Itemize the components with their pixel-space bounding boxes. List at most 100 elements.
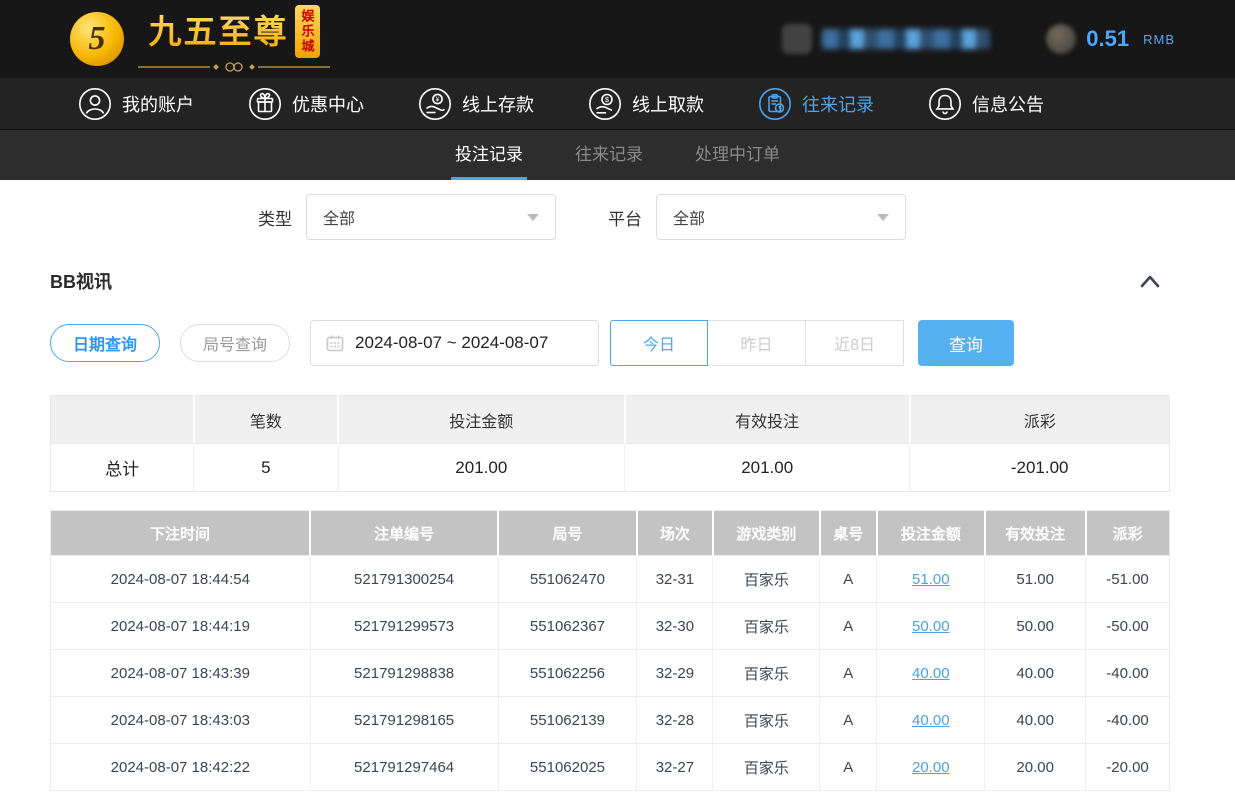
- type-select-value: 全部: [323, 205, 355, 229]
- cell-bet-time: 2024-08-07 18:43:39: [51, 650, 311, 697]
- today-button[interactable]: 今日: [610, 320, 708, 366]
- cell-order-id: 521791298165: [310, 697, 498, 744]
- tab-transaction-records[interactable]: 往来记录: [571, 130, 647, 180]
- last-8-days-button[interactable]: 近8日: [806, 320, 904, 366]
- summary-valid-bet: 201.00: [625, 444, 910, 492]
- platform-select[interactable]: 全部: [656, 194, 906, 240]
- table-row: 2024-08-07 18:43:03 521791298165 5510621…: [51, 697, 1170, 744]
- bell-icon: [928, 87, 962, 121]
- cell-game-type: 百家乐: [713, 603, 820, 650]
- cell-game-type: 百家乐: [713, 650, 820, 697]
- cell-round-id: 551062025: [498, 744, 637, 791]
- tab-pending-orders[interactable]: 处理中订单: [691, 130, 784, 180]
- cell-game-type: 百家乐: [713, 697, 820, 744]
- nav-label: 线上取款: [632, 91, 704, 117]
- bet-amount-link[interactable]: 20.00: [912, 759, 950, 776]
- table-header-row: 下注时间 注单编号 局号 场次 游戏类别 桌号 投注金额 有效投注 派彩: [51, 511, 1170, 556]
- type-select[interactable]: 全部: [306, 194, 556, 240]
- cell-bet-time: 2024-08-07 18:44:19: [51, 603, 311, 650]
- nav-label: 优惠中心: [292, 91, 364, 117]
- nav-item-promotions[interactable]: 优惠中心: [248, 87, 364, 121]
- summary-count: 5: [194, 444, 338, 492]
- cell-order-id: 521791297464: [310, 744, 498, 791]
- cell-valid-bet: 51.00: [985, 556, 1086, 603]
- summary-header-blank: [51, 396, 194, 444]
- balance-chip[interactable]: 0.51 RMB: [1046, 24, 1175, 54]
- col-round-id: 局号: [498, 511, 637, 556]
- date-range-input[interactable]: 2024-08-07 ~ 2024-08-07: [310, 320, 599, 366]
- cell-game-type: 百家乐: [713, 556, 820, 603]
- col-session: 场次: [637, 511, 713, 556]
- cell-session: 32-28: [637, 697, 713, 744]
- cell-bet-time: 2024-08-07 18:44:54: [51, 556, 311, 603]
- cell-round-id: 551062139: [498, 697, 637, 744]
- tab-bet-records[interactable]: 投注记录: [451, 130, 527, 180]
- bet-amount-link[interactable]: 40.00: [912, 665, 950, 682]
- summary-payout: -201.00: [910, 444, 1170, 492]
- quick-range-group: 今日 昨日 近8日: [610, 320, 904, 366]
- nav-item-records[interactable]: 往来记录: [758, 87, 874, 121]
- chevron-up-icon: [1138, 272, 1162, 290]
- sub-nav: 投注记录 往来记录 处理中订单: [0, 130, 1235, 180]
- bet-amount-link[interactable]: 50.00: [912, 618, 950, 635]
- cell-valid-bet: 40.00: [985, 697, 1086, 744]
- cell-table-no: A: [820, 556, 877, 603]
- cell-table-no: A: [820, 650, 877, 697]
- withdraw-icon: $: [588, 87, 622, 121]
- section-title: BB视讯: [50, 268, 112, 294]
- nav-label: 线上存款: [462, 91, 534, 117]
- nav-item-deposit[interactable]: ¥ 线上存款: [418, 87, 534, 121]
- cell-payout: -20.00: [1086, 744, 1170, 791]
- search-button[interactable]: 查询: [918, 320, 1014, 366]
- round-query-button[interactable]: 局号查询: [180, 324, 290, 362]
- balance-amount: 0.51: [1086, 26, 1129, 52]
- balance-currency: RMB: [1143, 32, 1175, 47]
- user-avatar-icon: [782, 24, 812, 54]
- nav-label: 往来记录: [802, 91, 874, 117]
- cell-order-id: 521791298838: [310, 650, 498, 697]
- cell-payout: -40.00: [1086, 650, 1170, 697]
- nav-item-my-account[interactable]: 我的账户: [78, 87, 194, 121]
- cell-valid-bet: 20.00: [985, 744, 1086, 791]
- yesterday-button[interactable]: 昨日: [708, 320, 806, 366]
- section-header: BB视讯: [50, 268, 1170, 294]
- platform-filter-label: 平台: [608, 205, 642, 230]
- col-payout: 派彩: [1086, 511, 1170, 556]
- cell-game-type: 百家乐: [713, 744, 820, 791]
- col-table-no: 桌号: [820, 511, 877, 556]
- summary-header-row: 笔数 投注金额 有效投注 派彩: [51, 396, 1170, 444]
- nav-item-withdraw[interactable]: $ 线上取款: [588, 87, 704, 121]
- cell-valid-bet: 40.00: [985, 650, 1086, 697]
- brand-emblem-icon: 5: [70, 12, 124, 66]
- cell-order-id: 521791299573: [310, 603, 498, 650]
- table-row: 2024-08-07 18:44:19 521791299573 5510623…: [51, 603, 1170, 650]
- flourish-ornament-icon: [134, 60, 334, 74]
- summary-total-row: 总计 5 201.00 201.00 -201.00: [51, 444, 1170, 492]
- deposit-icon: ¥: [418, 87, 452, 121]
- summary-table: 笔数 投注金额 有效投注 派彩 总计 5 201.00 201.00 -201.…: [50, 395, 1170, 492]
- summary-total-label: 总计: [51, 444, 194, 492]
- svg-text:¥: ¥: [436, 96, 440, 103]
- username-redacted: [822, 29, 990, 49]
- cell-table-no: A: [820, 697, 877, 744]
- summary-header-payout: 派彩: [910, 396, 1170, 444]
- bet-amount-link[interactable]: 51.00: [912, 571, 950, 588]
- cell-session: 32-31: [637, 556, 713, 603]
- nav-item-announcements[interactable]: 信息公告: [928, 87, 1044, 121]
- collapse-section-button[interactable]: [1138, 272, 1162, 290]
- bet-amount-link[interactable]: 40.00: [912, 712, 950, 729]
- date-query-button[interactable]: 日期查询: [50, 324, 160, 362]
- platform-select-value: 全部: [673, 205, 705, 229]
- gift-icon: [248, 87, 282, 121]
- user-account-chip[interactable]: [782, 24, 990, 54]
- brand-logo[interactable]: 5 九五至尊 娱乐城: [70, 5, 334, 74]
- cell-valid-bet: 50.00: [985, 603, 1086, 650]
- cell-payout: -40.00: [1086, 697, 1170, 744]
- svg-text:$: $: [605, 95, 610, 104]
- col-order-id: 注单编号: [310, 511, 498, 556]
- summary-header-bet-amount: 投注金额: [338, 396, 624, 444]
- brand-badge: 娱乐城: [295, 5, 320, 58]
- header-right: 0.51 RMB: [782, 24, 1175, 54]
- cell-table-no: A: [820, 603, 877, 650]
- table-row: 2024-08-07 18:42:22 521791297464 5510620…: [51, 744, 1170, 791]
